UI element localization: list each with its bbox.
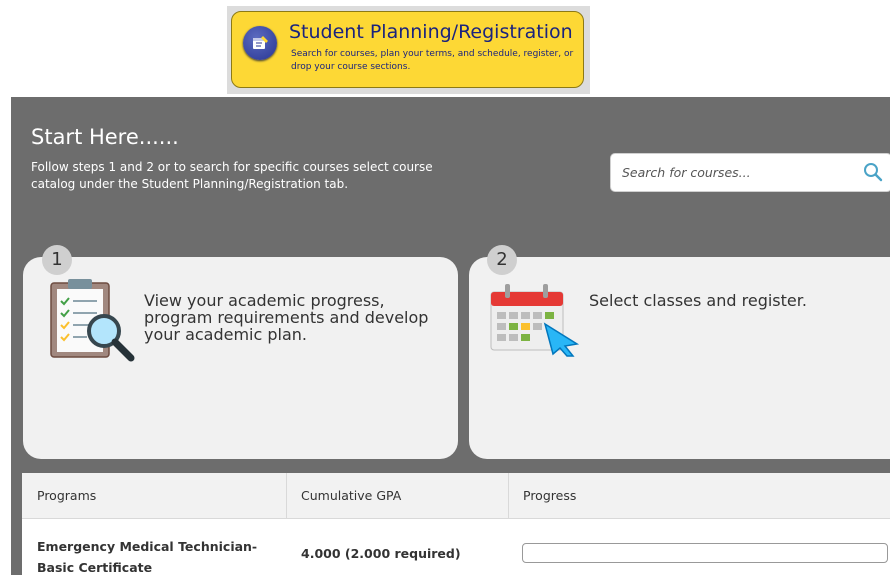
search-input[interactable] [612, 155, 872, 190]
clipboard-magnifier-icon [49, 277, 137, 366]
step-2-text: Select classes and register. [589, 291, 807, 310]
programs-table: Programs Cumulative GPA Progress Emergen… [22, 473, 890, 575]
planning-icon [243, 26, 277, 60]
menu-description: Search for courses, plan your terms, and… [291, 49, 574, 72]
program-name[interactable]: Emergency Medical Technician-Basic Certi… [37, 536, 277, 578]
calendar-cursor-icon [489, 282, 584, 361]
header-cumulative-gpa: Cumulative GPA [301, 488, 402, 503]
step-1-text: View your academic progress, program req… [144, 291, 429, 344]
program-progress-bar [522, 543, 888, 563]
menu-title[interactable]: Student Planning/Registration [289, 21, 573, 43]
step-2-card[interactable]: 2 Select classes and register. [469, 245, 890, 459]
step-2-number: 2 [487, 245, 517, 275]
step-1-number: 1 [42, 245, 72, 275]
header-progress: Progress [523, 488, 577, 503]
start-here-title: Start Here...... [31, 125, 179, 149]
course-search [610, 153, 890, 192]
student-planning-menu-card[interactable]: Student Planning/Registration Search for… [227, 6, 590, 94]
table-header-row: Programs Cumulative GPA Progress [22, 473, 890, 519]
start-here-description: Follow steps 1 and 2 or to search for sp… [31, 160, 433, 191]
column-divider [508, 473, 509, 519]
step-1-card[interactable]: 1 View your academic progress, program r… [23, 245, 458, 459]
header-programs: Programs [37, 488, 97, 503]
search-icon[interactable] [863, 162, 883, 186]
student-planning-menu-highlight[interactable]: Student Planning/Registration Search for… [231, 11, 584, 88]
program-gpa: 4.000 (2.000 required) [301, 546, 461, 561]
column-divider [286, 473, 287, 519]
